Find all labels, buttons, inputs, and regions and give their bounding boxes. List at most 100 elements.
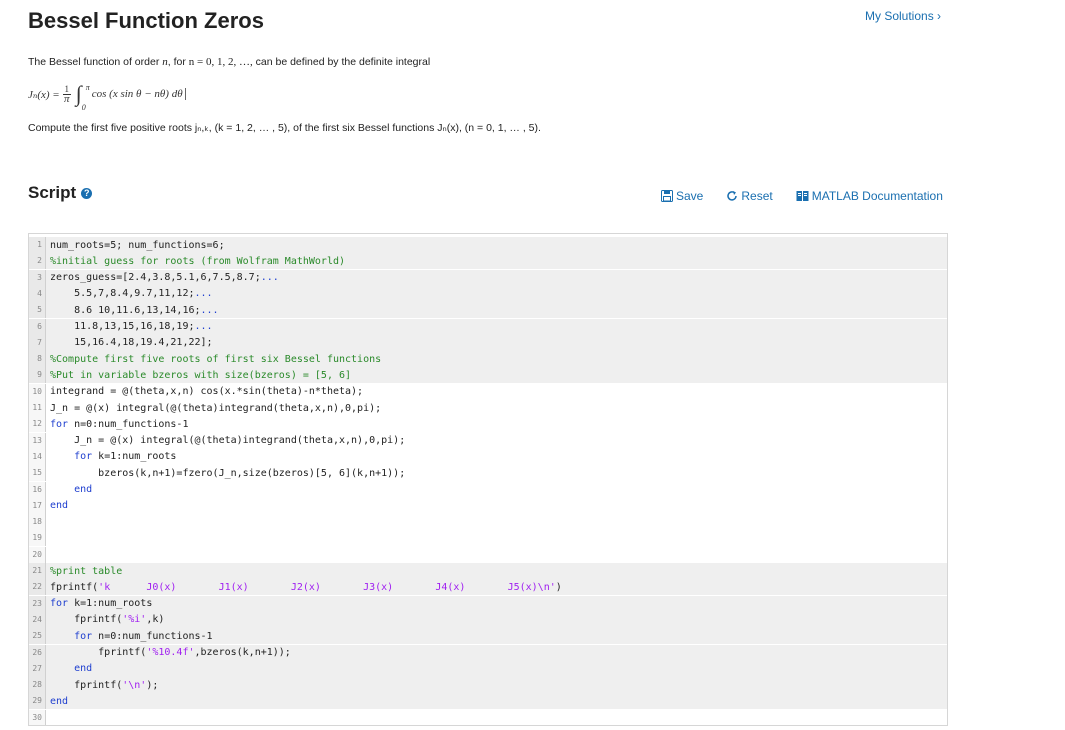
code-text[interactable]: %Put in variable bzeros with size(bzeros… [46, 370, 351, 381]
code-token: end [50, 500, 69, 512]
book-icon [796, 191, 809, 201]
code-text[interactable]: bzeros(k,n+1)=fzero(J_n,size(bzeros)[5, … [46, 468, 405, 479]
code-line[interactable]: 4 5.5,7,8.4,9.7,11,12;... [29, 285, 947, 302]
code-text[interactable]: fprintf('%10.4f',bzeros(k,n+1)); [46, 647, 291, 658]
matlab-documentation-link[interactable]: MATLAB Documentation [796, 189, 943, 203]
code-editor[interactable]: 1 num_roots=5; num_functions=6; 2 %initial … [28, 233, 948, 726]
code-token: fprintf( [50, 581, 99, 593]
intro-text-b: , for [167, 56, 189, 68]
code-line[interactable]: 16 end [29, 481, 947, 498]
text-cursor [184, 88, 186, 100]
code-text[interactable]: zeros_guess=[2.4,3.8,5.1,6,7.5,8.7;... [46, 272, 279, 283]
code-line[interactable]: 21 %print table [29, 563, 947, 579]
line-number: 25 [29, 628, 46, 645]
line-number: 7 [29, 334, 46, 351]
code-line[interactable]: 1 num_roots=5; num_functions=6; [29, 237, 947, 253]
code-text[interactable]: %print table [46, 566, 122, 577]
code-text[interactable]: fprintf('%i',k) [46, 614, 164, 625]
reset-button[interactable]: Reset [726, 189, 773, 203]
line-number: 18 [29, 514, 46, 531]
line-number: 6 [29, 318, 46, 335]
code-text[interactable]: %Compute first five roots of first six B… [46, 354, 381, 365]
integral-formula: Jₙ(x) = 1 π ∫ π 0 cos (x sin θ − nθ) dθ [28, 80, 186, 112]
code-line[interactable]: 19 [29, 530, 947, 547]
code-text[interactable]: for n=0:num_functions-1 [46, 630, 213, 642]
line-number: 11 [29, 400, 46, 416]
code-line[interactable]: 15 bzeros(k,n+1)=fzero(J_n,size(bzeros)[… [29, 465, 947, 482]
script-heading: Script ? [28, 183, 93, 203]
my-solutions-link[interactable]: My Solutions › [865, 9, 941, 23]
code-text[interactable]: end [46, 484, 92, 495]
code-text[interactable]: J_n = @(x) integral(@(theta)integrand(th… [46, 403, 381, 414]
code-token: fprintf( [50, 614, 123, 626]
code-text[interactable]: end [46, 696, 68, 707]
line-number: 13 [29, 432, 46, 449]
line-number: 5 [29, 302, 46, 319]
save-label: Save [676, 189, 704, 203]
code-text[interactable]: 5.5,7,8.4,9.7,11,12;... [46, 288, 212, 300]
code-line[interactable]: 30 [29, 709, 947, 725]
code-text[interactable]: end [46, 663, 92, 674]
code-text[interactable]: J_n = @(x) integral(@(theta)integrand(th… [46, 435, 405, 446]
code-text[interactable]: %initial guess for roots (from Wolfram M… [46, 256, 345, 267]
code-token: ); [146, 679, 159, 691]
code-text[interactable]: for k=1:num_roots [46, 451, 176, 462]
save-button[interactable]: Save [661, 189, 703, 203]
code-line[interactable]: 28 fprintf('\n'); [29, 677, 947, 694]
code-line[interactable]: 6 11.8,13,15,16,18,19;... [29, 318, 947, 335]
page-title: Bessel Function Zeros [28, 8, 264, 33]
code-token: %Put in variable bzeros with size(bzeros… [50, 369, 352, 381]
line-number: 19 [29, 530, 46, 547]
code-text[interactable]: fprintf('k J0(x) J1(x) J2(x) J3(x) J4(x)… [46, 582, 562, 593]
code-text[interactable]: for n=0:num_functions-1 [46, 419, 188, 430]
code-token: J_n = @(x) integral(@(theta)integrand(th… [50, 402, 382, 414]
code-line[interactable]: 22 fprintf('k J0(x) J1(x) J2(x) J3(x) J4(… [29, 579, 947, 596]
code-line[interactable]: 7 15,16.4,18,19.4,21,22]; [29, 334, 947, 351]
intro-text-a: The Bessel function of order [28, 56, 163, 68]
docs-label: MATLAB Documentation [811, 189, 943, 203]
code-token: 5.5,7,8.4,9.7,11,12; [50, 288, 195, 300]
code-line[interactable]: 12 for n=0:num_functions-1 [29, 416, 947, 433]
code-line[interactable]: 17 end [29, 497, 947, 514]
line-number: 9 [29, 367, 46, 384]
code-token: fprintf( [50, 647, 147, 658]
code-text[interactable]: num_roots=5; num_functions=6; [46, 240, 225, 251]
code-line[interactable]: 27 end [29, 660, 947, 677]
code-token: for [50, 418, 69, 430]
line-number: 28 [29, 677, 46, 694]
code-token: n=0:num_functions-1 [92, 630, 213, 642]
code-line[interactable]: 3 zeros_guess=[2.4,3.8,5.1,6,7.5,8.7;... [29, 269, 947, 286]
code-line[interactable]: 13 J_n = @(x) integral(@(theta)integrand… [29, 432, 947, 449]
code-text[interactable]: end [46, 500, 68, 511]
code-text[interactable]: 8.6 10,11.6,13,14,16;... [46, 305, 219, 316]
save-icon [661, 190, 673, 202]
code-token: J_n = @(x) integral(@(theta)integrand(th… [50, 435, 406, 447]
code-line[interactable]: 10 integrand = @(theta,x,n) cos(x.*sin(th… [29, 383, 947, 400]
code-line[interactable]: 25 for n=0:num_functions-1 [29, 628, 947, 645]
code-text[interactable]: 11.8,13,15,16,18,19;... [46, 321, 212, 332]
line-number: 12 [29, 416, 46, 433]
code-line[interactable]: 11 J_n = @(x) integral(@(theta)integrand(… [29, 400, 947, 416]
code-text[interactable]: 15,16.4,18,19.4,21,22]; [46, 337, 212, 348]
code-line[interactable]: 8 %Compute first five roots of first six … [29, 351, 947, 368]
line-number: 21 [29, 563, 46, 579]
code-line[interactable]: 18 [29, 514, 947, 531]
code-line[interactable]: 9 %Put in variable bzeros with size(bzero… [29, 367, 947, 384]
code-text[interactable]: fprintf('\n'); [46, 680, 158, 691]
code-line[interactable]: 2 %initial guess for roots (from Wolfram … [29, 253, 947, 270]
code-token: %print table [50, 565, 123, 577]
code-line[interactable]: 24 fprintf('%i',k) [29, 611, 947, 628]
code-text[interactable]: for k=1:num_roots [46, 598, 152, 609]
code-text[interactable]: integrand = @(theta,x,n) cos(x.*sin(thet… [46, 386, 363, 397]
line-number: 17 [29, 497, 46, 514]
code-token: for [74, 451, 93, 463]
code-token: end [74, 663, 93, 675]
code-line[interactable]: 14 for k=1:num_roots [29, 448, 947, 465]
code-line[interactable]: 23 for k=1:num_roots [29, 595, 947, 612]
code-line[interactable]: 29 end [29, 693, 947, 710]
code-line[interactable]: 26 fprintf('%10.4f',bzeros(k,n+1)); [29, 644, 947, 661]
code-line[interactable]: 20 [29, 546, 947, 563]
code-line[interactable]: 5 8.6 10,11.6,13,14,16;... [29, 302, 947, 319]
help-icon[interactable]: ? [81, 187, 93, 199]
